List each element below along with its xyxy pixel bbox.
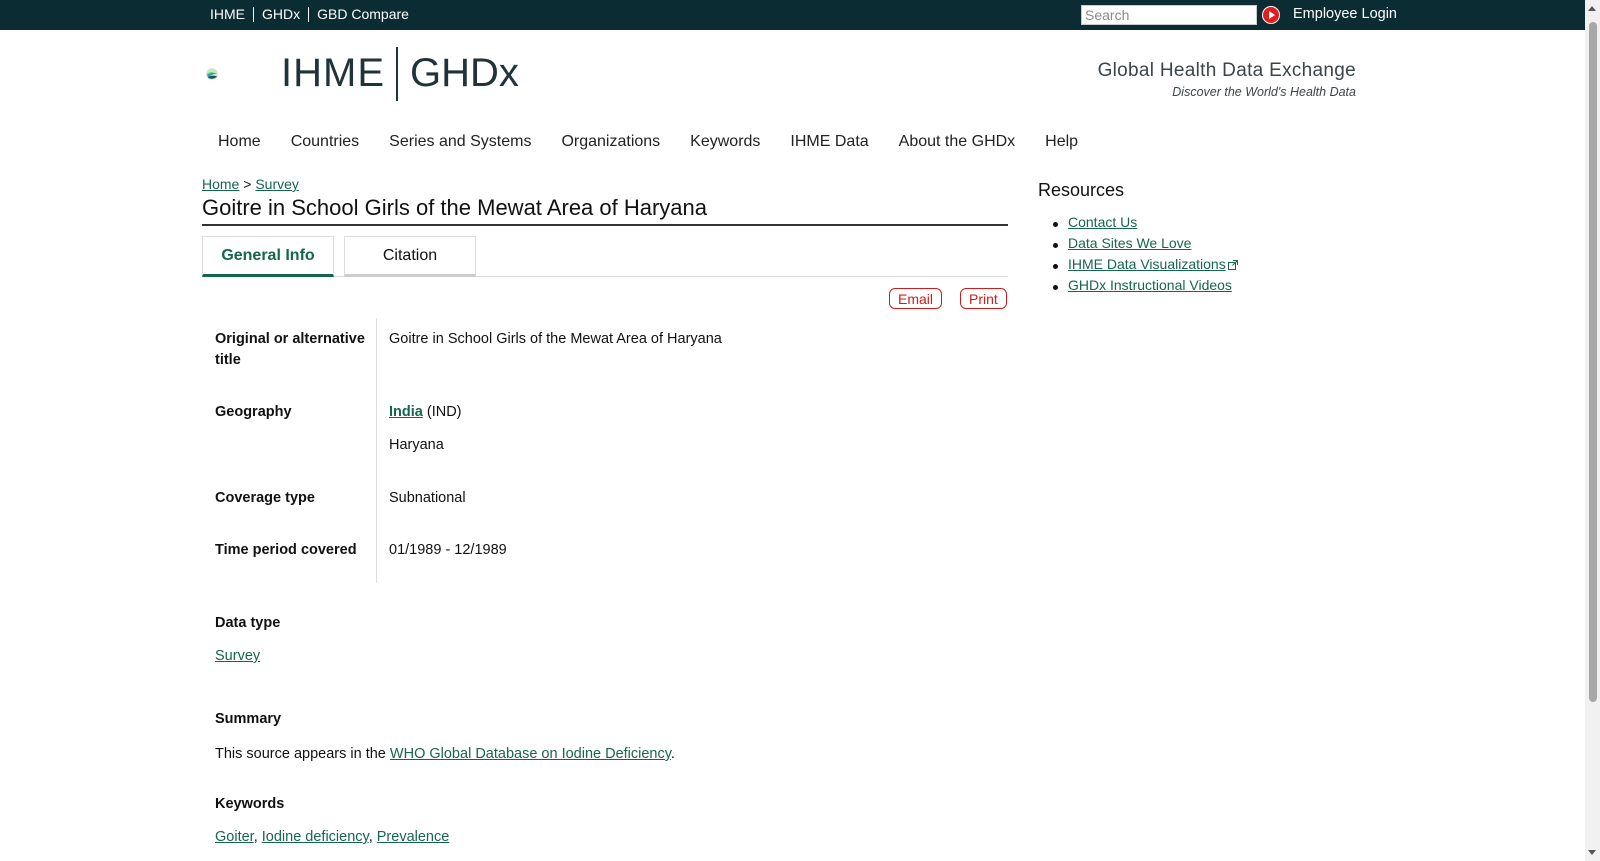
field-label-coverage: Coverage type	[215, 490, 315, 506]
breadcrumb-home-link[interactable]: Home	[202, 176, 239, 192]
keyword-prevalence-link[interactable]: Prevalence	[377, 829, 450, 845]
tab-general-info[interactable]: General Info	[202, 236, 334, 277]
summary-suffix: .	[670, 746, 675, 762]
nav-home[interactable]: Home	[203, 133, 276, 151]
top-link-gbd-compare[interactable]: GBD Compare	[309, 7, 417, 22]
field-value-alt-title: Goitre in School Girls of the Mewat Area…	[389, 331, 722, 347]
ihme-leaf-logo-icon[interactable]	[206, 43, 268, 105]
summary-text: This source appears in the WHO Global Da…	[215, 746, 675, 762]
nav-about-the-ghdx[interactable]: About the GHDx	[884, 133, 1031, 151]
top-links: IHME GHDx GBD Compare	[202, 7, 417, 22]
top-link-ihme[interactable]: IHME	[202, 7, 254, 22]
nav-keywords[interactable]: Keywords	[675, 133, 775, 151]
logo-text-ihme: IHME	[281, 51, 385, 95]
nav-ihme-data[interactable]: IHME Data	[775, 133, 883, 151]
field-label-geography: Geography	[215, 404, 292, 420]
keywords-label: Keywords	[215, 796, 285, 812]
resource-contact-us-link[interactable]: Contact Us	[1068, 214, 1137, 230]
tagline-subtitle: Discover the World's Health Data	[1172, 85, 1356, 99]
resource-ihme-visualizations-link[interactable]: IHME Data Visualizations	[1068, 256, 1226, 272]
scroll-up-arrow-icon[interactable]	[1588, 6, 1596, 11]
resource-item: GHDx Instructional Videos	[1053, 277, 1238, 298]
top-link-ghdx[interactable]: GHDx	[254, 7, 310, 22]
geography-code: (IND)	[426, 404, 462, 420]
play-circle-icon	[1263, 7, 1279, 23]
page-scrollbar[interactable]	[1585, 0, 1600, 861]
geography-country-link[interactable]: India	[389, 404, 423, 420]
breadcrumb-survey-link[interactable]: Survey	[255, 176, 299, 192]
tagline-title: Global Health Data Exchange	[1097, 60, 1356, 81]
keyword-goiter-link[interactable]: Goiter	[215, 829, 254, 845]
resource-item: Data Sites We Love	[1053, 235, 1238, 256]
logo-text-ghdx: GHDx	[410, 51, 519, 95]
who-database-link[interactable]: WHO Global Database on Iodine Deficiency	[390, 746, 671, 762]
data-type-label: Data type	[215, 615, 281, 631]
tagline: Global Health Data Exchange Discover the…	[1098, 60, 1356, 99]
breadcrumb-separator: >	[243, 176, 252, 192]
keyword-iodine-deficiency-link[interactable]: Iodine deficiency	[262, 829, 369, 845]
search-input[interactable]	[1081, 5, 1257, 25]
tab-citation[interactable]: Citation	[344, 236, 476, 277]
summary-prefix: This source appears in the	[215, 746, 390, 762]
resources-title: Resources	[1038, 180, 1125, 200]
summary-label: Summary	[215, 711, 282, 727]
nav-help[interactable]: Help	[1030, 133, 1093, 151]
search-submit-button[interactable]	[1262, 6, 1280, 24]
scroll-thumb[interactable]	[1589, 22, 1597, 702]
field-value-coverage: Subnational	[389, 490, 466, 506]
field-label-time-period: Time period covered	[215, 542, 357, 558]
data-type-survey-link[interactable]: Survey	[215, 648, 260, 664]
resource-data-sites-link[interactable]: Data Sites We Love	[1068, 235, 1191, 251]
nav-organizations[interactable]: Organizations	[546, 133, 675, 151]
field-divider	[376, 318, 377, 583]
employee-login-link[interactable]: Employee Login	[1293, 6, 1397, 22]
field-value-geography: India (IND)	[389, 402, 462, 423]
resources-list: Contact Us Data Sites We Love IHME Data …	[1053, 214, 1238, 298]
top-bar: IHME GHDx GBD Compare Employee Login	[0, 0, 1585, 30]
print-button[interactable]: Print	[960, 288, 1007, 309]
field-value-time-period: 01/1989 - 12/1989	[389, 542, 507, 558]
scroll-down-arrow-icon[interactable]	[1588, 850, 1596, 855]
resource-item: IHME Data Visualizations	[1053, 256, 1238, 277]
logo-divider	[396, 47, 398, 101]
resource-item: Contact Us	[1053, 214, 1238, 235]
keywords-list: Goiter, Iodine deficiency, Prevalence	[215, 829, 450, 845]
main-nav: Home Countries Series and Systems Organi…	[203, 133, 1093, 151]
breadcrumb: Home > Survey	[202, 176, 299, 192]
nav-series-and-systems[interactable]: Series and Systems	[374, 133, 546, 151]
resource-instructional-videos-link[interactable]: GHDx Instructional Videos	[1068, 277, 1232, 293]
email-button[interactable]: Email	[889, 288, 943, 309]
nav-countries[interactable]: Countries	[276, 133, 374, 151]
tab-bar: General Info Citation	[202, 236, 1008, 277]
field-label-alt-title: Original or alternative title	[215, 331, 365, 368]
field-value-region: Haryana	[389, 437, 444, 453]
page-title: Goitre in School Girls of the Mewat Area…	[202, 195, 1008, 226]
external-link-icon	[1227, 260, 1238, 270]
